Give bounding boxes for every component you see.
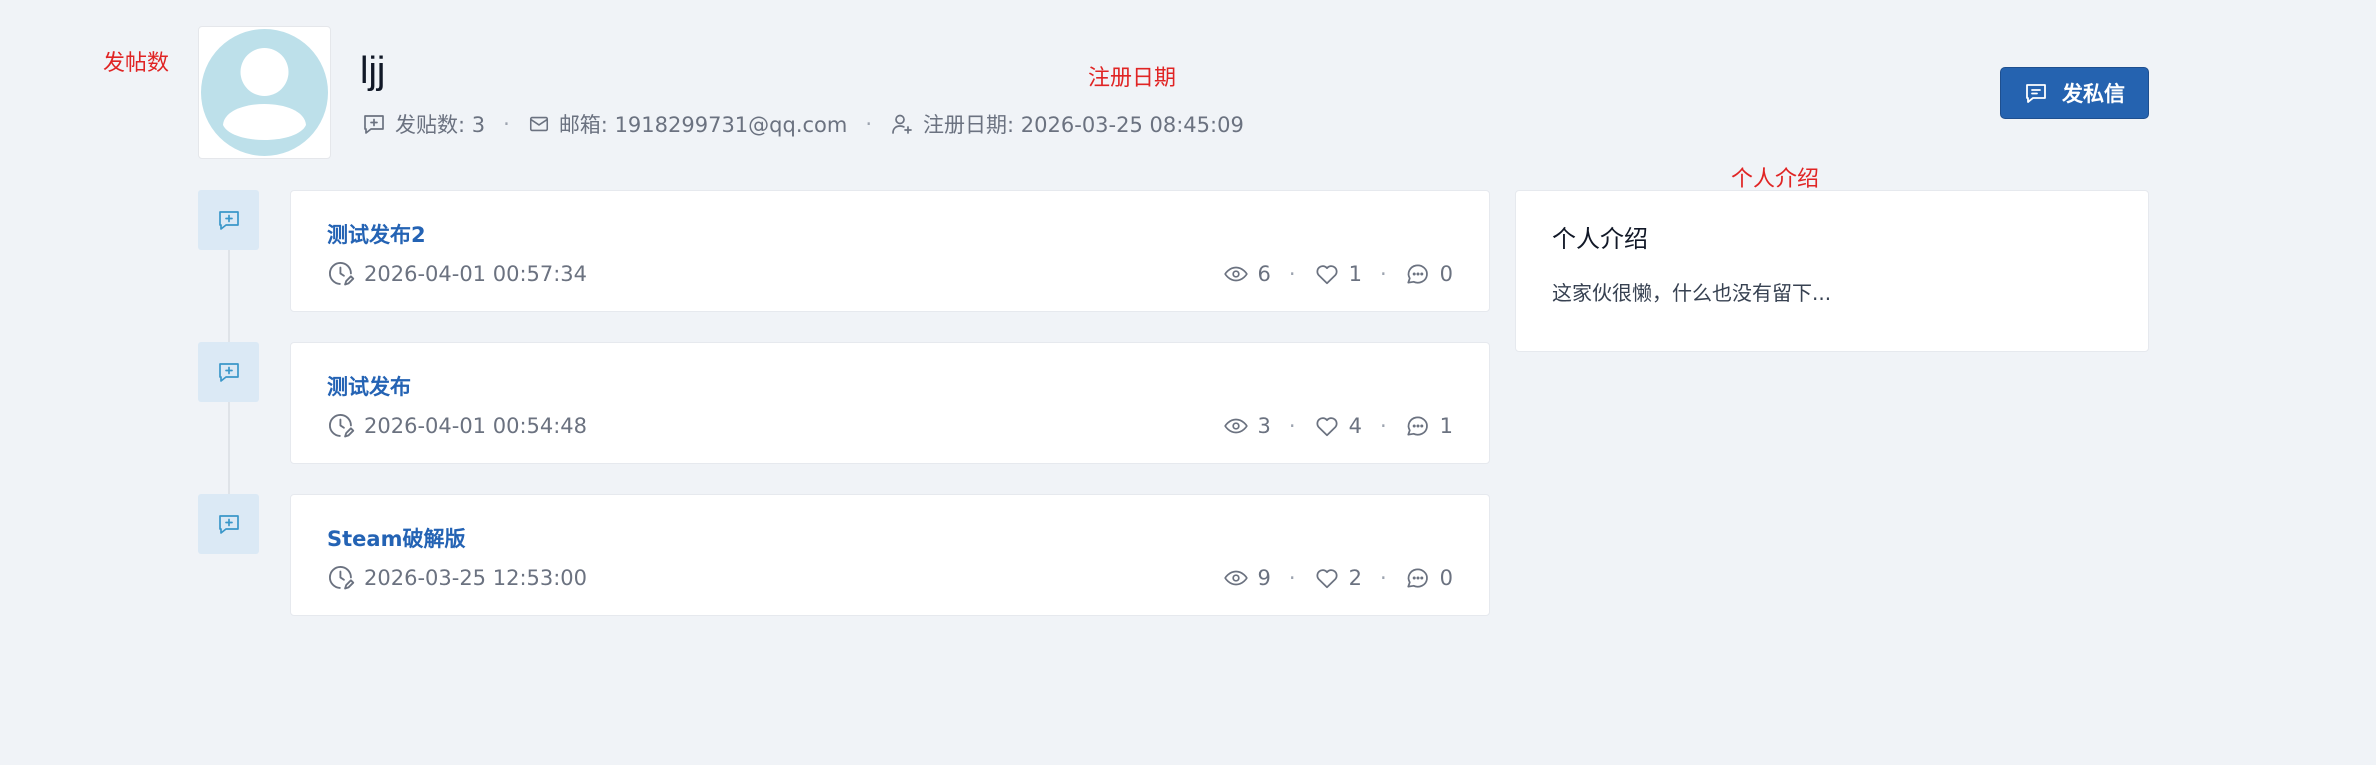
- message-plus-icon: [218, 363, 239, 382]
- post-title-link[interactable]: Steam破解版: [327, 523, 465, 553]
- email-label: 邮箱: 1918299731@qq.com: [558, 113, 848, 137]
- comment-icon: [1407, 264, 1428, 284]
- register-date-label: 注册日期: 2026-03-25 08:45:09: [923, 113, 1244, 137]
- timeline-node: [198, 190, 259, 250]
- eye-icon: [1223, 570, 1248, 586]
- intro-text: 这家伙很懒，什么也没有留下...: [1552, 281, 1832, 305]
- comment-icon: [1407, 416, 1428, 436]
- views: 3: [1223, 413, 1271, 439]
- post-date: 2026-04-01 00:57:34: [327, 259, 587, 289]
- post-date: 2026-03-25 12:53:00: [327, 563, 587, 593]
- heart-icon: [1316, 265, 1338, 285]
- message-plus-icon: [218, 211, 239, 230]
- likes: 2: [1314, 565, 1362, 591]
- timeline-node: [198, 494, 259, 554]
- annotation-intro: 个人介绍: [1731, 167, 1820, 192]
- likes: 4: [1314, 413, 1362, 439]
- views: 9: [1223, 565, 1271, 591]
- clock-edit-icon: [328, 414, 355, 438]
- posts-count: 发贴数: 3: [362, 109, 485, 139]
- user-plus-icon: [892, 114, 912, 134]
- username: ljj: [360, 50, 386, 92]
- meta-separator: ·: [503, 112, 510, 136]
- post-stats: 9 · 2 · 0: [1223, 563, 1453, 593]
- clock-edit-icon: [328, 262, 355, 286]
- post-date-text: 2026-04-01 00:54:48: [364, 414, 588, 438]
- post-stats: 6 · 1 · 0: [1223, 259, 1453, 289]
- timeline-node: [198, 342, 259, 402]
- views-count: 6: [1257, 262, 1271, 286]
- views-count: 3: [1257, 414, 1271, 438]
- likes-count: 1: [1348, 262, 1362, 286]
- stat-separator: ·: [1379, 262, 1387, 286]
- heart-icon: [1316, 569, 1338, 589]
- avatar: [198, 26, 331, 159]
- send-private-message-button[interactable]: 发私信: [2000, 67, 2149, 119]
- posts-count-label: 发贴数: 3: [395, 113, 486, 137]
- eye-icon: [1223, 418, 1248, 434]
- intro-title: 个人介绍: [1552, 225, 1648, 253]
- comments-count: 0: [1439, 566, 1453, 590]
- register-date: 注册日期: 2026-03-25 08:45:09: [890, 109, 1244, 139]
- post-stats: 3 · 4 · 1: [1223, 411, 1453, 441]
- heart-icon: [1316, 417, 1338, 437]
- message-icon: [2026, 84, 2046, 103]
- profile-meta: 发贴数: 3 · 邮箱: 1918299731@qq.com · 注册日期: 2…: [362, 110, 1244, 138]
- annotation-posts-count: 发帖数: [103, 51, 170, 76]
- intro-card: 个人介绍 这家伙很懒，什么也没有留下...: [1515, 190, 2149, 352]
- eye-icon: [1223, 266, 1248, 282]
- mail-icon: [529, 116, 548, 132]
- comment-icon: [1407, 568, 1428, 588]
- user-avatar-icon: [201, 29, 328, 156]
- post-date-text: 2026-04-01 00:57:34: [364, 262, 588, 286]
- comments-count: 0: [1439, 262, 1453, 286]
- comments: 0: [1405, 261, 1453, 287]
- send-private-message-label: 发私信: [2062, 82, 2125, 106]
- clock-edit-icon: [328, 566, 355, 590]
- likes: 1: [1314, 261, 1362, 287]
- likes-count: 4: [1348, 414, 1362, 438]
- post-date: 2026-04-01 00:54:48: [327, 411, 587, 441]
- message-plus-icon: [364, 115, 384, 134]
- email: 邮箱: 1918299731@qq.com: [528, 109, 848, 139]
- comments: 1: [1405, 413, 1453, 439]
- post-card: 测试发布2 2026-04-01 00:57:34 6 · 1 · 0: [290, 190, 1490, 312]
- views-count: 9: [1257, 566, 1271, 590]
- stat-separator: ·: [1288, 414, 1296, 438]
- message-plus-icon: [218, 515, 239, 534]
- comments: 0: [1405, 565, 1453, 591]
- stat-separator: ·: [1288, 566, 1296, 590]
- post-date-text: 2026-03-25 12:53:00: [364, 566, 588, 590]
- stat-separator: ·: [1379, 566, 1387, 590]
- post-title-link[interactable]: 测试发布: [327, 371, 411, 401]
- annotation-register-date: 注册日期: [1088, 66, 1177, 91]
- likes-count: 2: [1348, 566, 1362, 590]
- post-title-link[interactable]: 测试发布2: [327, 219, 426, 249]
- views: 6: [1223, 261, 1271, 287]
- stat-separator: ·: [1379, 414, 1387, 438]
- meta-separator: ·: [865, 112, 873, 136]
- comments-count: 1: [1439, 414, 1453, 438]
- stat-separator: ·: [1288, 262, 1296, 286]
- post-card: Steam破解版 2026-03-25 12:53:00 9 · 2 · 0: [290, 494, 1490, 616]
- post-card: 测试发布 2026-04-01 00:54:48 3 · 4 · 1: [290, 342, 1490, 464]
